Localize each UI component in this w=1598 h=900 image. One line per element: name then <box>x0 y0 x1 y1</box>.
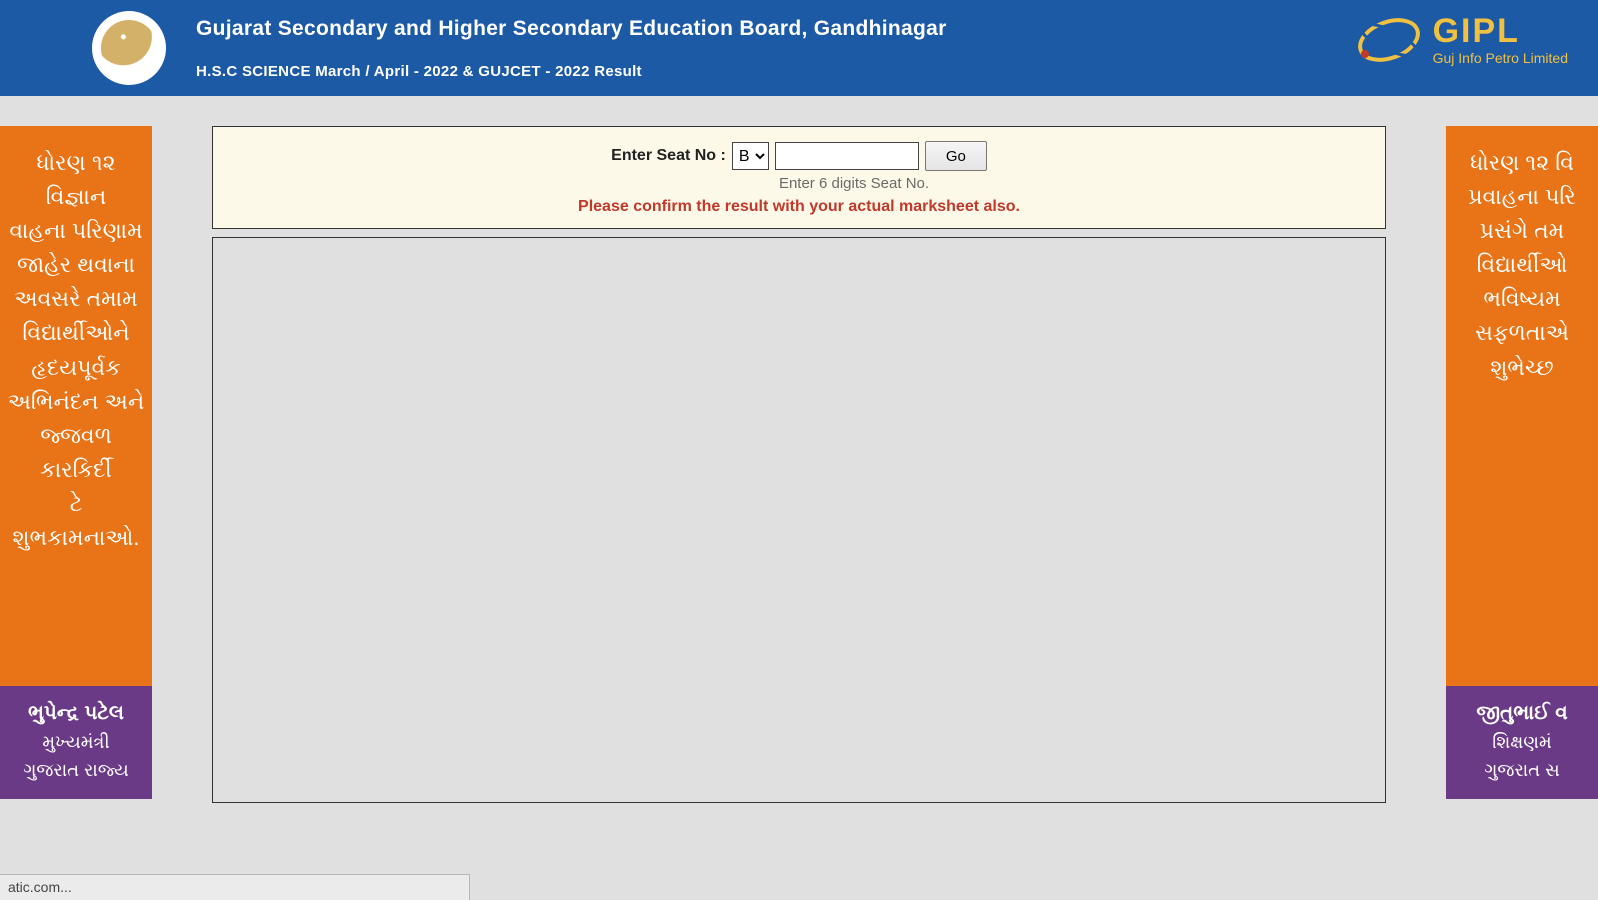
gipl-swirl-icon <box>1353 10 1425 70</box>
gipl-acronym: GIPL <box>1433 14 1568 48</box>
right-banner-signature: જીતુભાઈ વ શિક્ષણમં ગુજરાત સ <box>1446 686 1598 799</box>
main-content: Enter Seat No : B Go Enter 6 digits Seat… <box>0 96 1598 803</box>
seat-label: Enter Seat No : <box>611 147 726 165</box>
result-warning: Please confirm the result with your actu… <box>223 198 1375 216</box>
seat-hint: Enter 6 digits Seat No. <box>333 175 1375 192</box>
right-banner-message: ધોરણ ૧૨ વિ પ્રવાહના પરિ પ્રસંગે તમ વિદ્ય… <box>1446 126 1598 686</box>
seat-number-input[interactable] <box>775 142 919 170</box>
left-signature-role: મુખ્યમંત્રી ગુજરાત રાજ્ય <box>6 729 146 785</box>
right-signature-role: શિક્ષણમં ગુજરાત સ <box>1452 729 1592 785</box>
right-banner: ધોરણ ૧૨ વિ પ્રવાહના પરિ પ્રસંગે તમ વિદ્ય… <box>1446 126 1598 799</box>
go-button[interactable]: Go <box>925 141 987 171</box>
seat-form: Enter Seat No : B Go Enter 6 digits Seat… <box>212 126 1386 229</box>
header-subtitle: H.S.C SCIENCE March / April - 2022 & GUJ… <box>196 63 947 80</box>
board-logo <box>92 11 166 85</box>
left-banner-message: ધોરણ ૧૨ વિજ્ઞાન વાહના પરિણામ જાહેર થવાના… <box>0 126 152 686</box>
gipl-brand: GIPL Guj Info Petro Limited <box>1353 10 1568 70</box>
header: Gujarat Secondary and Higher Secondary E… <box>0 0 1598 96</box>
board-logo-icon <box>101 20 157 76</box>
result-display <box>212 237 1386 803</box>
left-signature-name: ભુપેન્દ્ર પટેલ <box>6 698 146 729</box>
left-banner: ધોરણ ૧૨ વિજ્ઞાન વાહના પરિણામ જાહેર થવાના… <box>0 126 152 799</box>
right-signature-name: જીતુભાઈ વ <box>1452 698 1592 729</box>
browser-status-bar: atic.com... <box>0 874 470 900</box>
seat-prefix-select[interactable]: B <box>732 142 769 170</box>
left-banner-signature: ભુપેન્દ્ર પટેલ મુખ્યમંત્રી ગુજરાત રાજ્ય <box>0 686 152 799</box>
gipl-fullname: Guj Info Petro Limited <box>1433 50 1568 66</box>
header-text: Gujarat Secondary and Higher Secondary E… <box>196 17 947 80</box>
header-title: Gujarat Secondary and Higher Secondary E… <box>196 17 947 41</box>
